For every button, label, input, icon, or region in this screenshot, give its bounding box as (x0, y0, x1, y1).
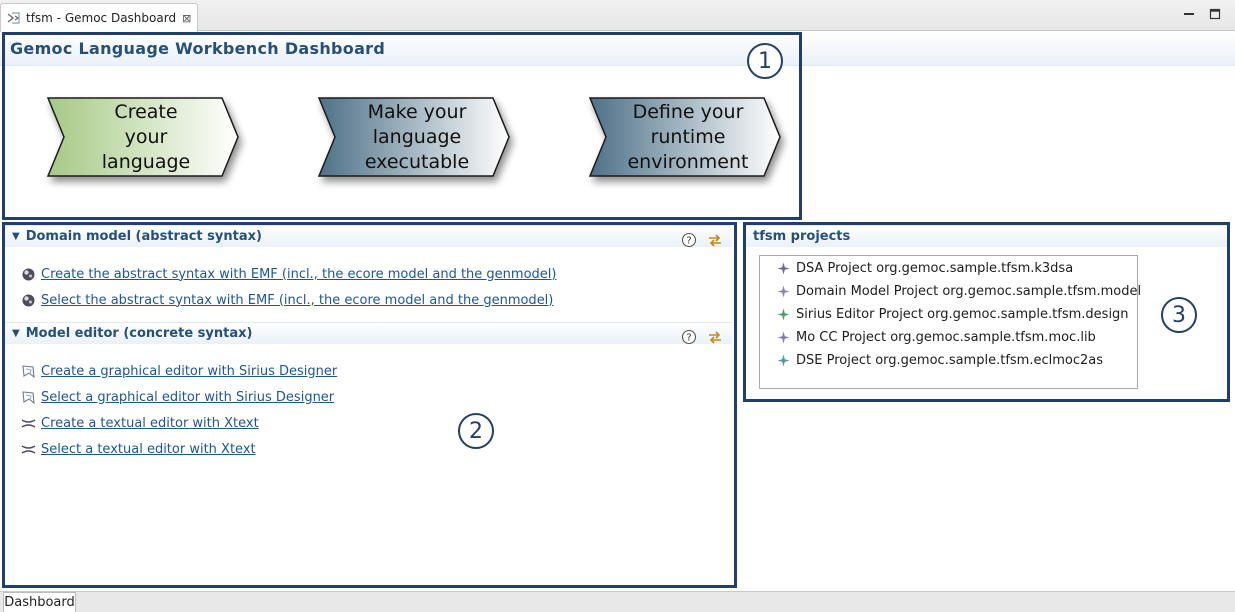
maximize-icon[interactable] (1209, 8, 1221, 20)
close-icon[interactable]: ⊠ (182, 12, 191, 25)
annotation-box-3 (743, 222, 1230, 402)
editor-tab[interactable]: tfsm - Gemoc Dashboard ⊠ (0, 3, 198, 32)
editor-tab-title: tfsm - Gemoc Dashboard (26, 11, 177, 25)
annotation-box-1 (2, 32, 802, 220)
minimize-icon[interactable] (1183, 8, 1195, 20)
bottom-tab-bar (0, 591, 1235, 612)
dashboard-tab[interactable]: Dashboard (3, 592, 76, 612)
annotation-number-3: 3 (1161, 297, 1197, 333)
annotation-number-1: 1 (747, 43, 783, 79)
annotation-number-2: 2 (458, 413, 494, 449)
annotation-box-2 (2, 222, 737, 588)
gemoc-dashboard-icon (7, 12, 20, 24)
